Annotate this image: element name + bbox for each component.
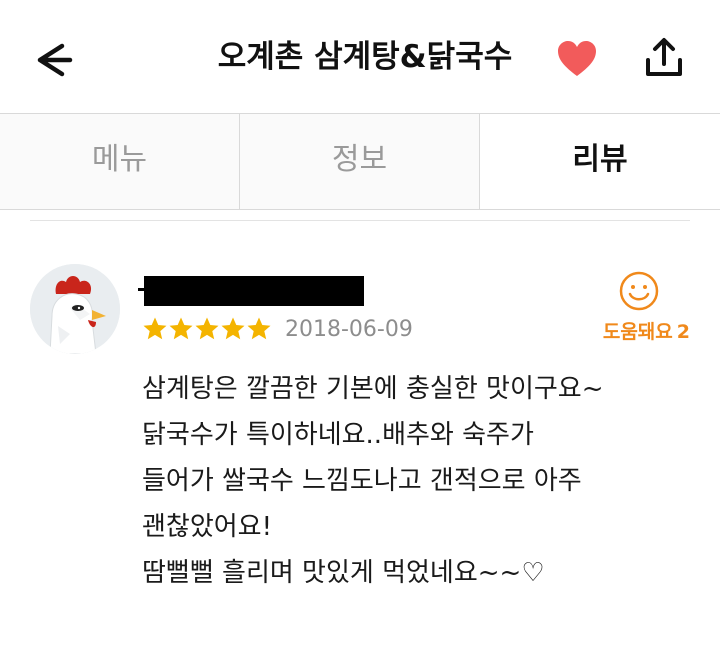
page-title: 오계촌 삼계탕&닭국수 xyxy=(217,39,513,75)
review-date: 2018-06-09 xyxy=(285,317,413,342)
section-divider xyxy=(30,220,690,221)
star-icon xyxy=(169,317,193,340)
helpful-button[interactable] xyxy=(618,270,660,312)
star-icon xyxy=(143,317,167,340)
reviewer-name-redacted xyxy=(138,276,364,306)
share-icon xyxy=(646,38,682,76)
review-line: 삼계탕은 깔끔한 기본에 충실한 맛이구요~ xyxy=(142,374,604,404)
star-icon xyxy=(195,317,219,340)
heart-icon xyxy=(558,41,596,76)
tab-menu[interactable]: 메뉴 xyxy=(0,114,240,209)
star-rating xyxy=(142,315,272,345)
avatar[interactable] xyxy=(30,264,120,354)
smiley-icon xyxy=(619,271,659,311)
rooster-avatar-icon xyxy=(30,264,120,354)
tab-info[interactable]: 정보 xyxy=(240,114,480,209)
review-line: 들어가 쌀국수 느낌도나고 갠적으로 아주 xyxy=(142,466,582,496)
review-line: 괜찮았어요! xyxy=(142,512,273,542)
star-icon xyxy=(247,317,271,340)
back-button[interactable] xyxy=(30,36,82,84)
star-icon xyxy=(221,317,245,340)
share-button[interactable] xyxy=(643,36,685,80)
helpful-label[interactable]: 도움돼요 2 xyxy=(560,318,690,346)
helpful-count: 2 xyxy=(676,321,690,343)
review-text: 삼계탕은 깔끔한 기본에 충실한 맛이구요~ 닭국수가 특이하네요..배추와 숙… xyxy=(142,366,702,596)
review-line: 닭국수가 특이하네요..배추와 숙주가 xyxy=(142,420,534,450)
app-header: 오계촌 삼계탕&닭국수 xyxy=(0,0,720,114)
tab-bar: 메뉴 정보 리뷰 xyxy=(0,114,720,210)
favorite-button[interactable] xyxy=(555,38,599,80)
review-line: 땀뻘뻘 흘리며 맛있게 먹었네요~~♡ xyxy=(142,558,545,588)
arrow-left-icon xyxy=(37,43,73,77)
tab-review[interactable]: 리뷰 xyxy=(480,114,720,209)
helpful-text: 도움돼요 xyxy=(602,321,673,343)
